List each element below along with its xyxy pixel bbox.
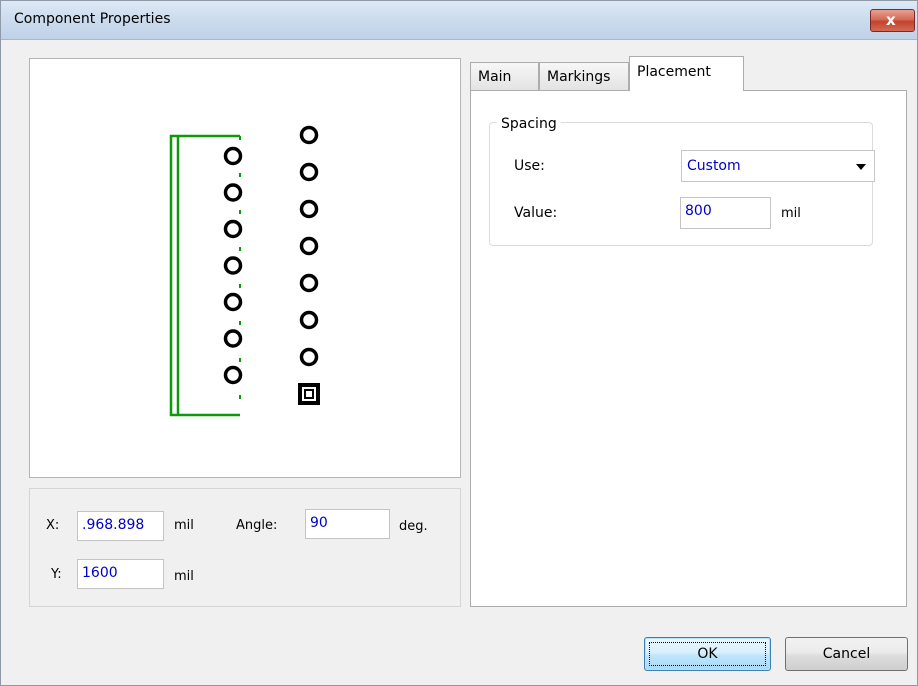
tab-markings[interactable]: Markings	[539, 62, 629, 90]
angle-label: Angle:	[236, 518, 278, 533]
y-label: Y:	[51, 567, 62, 582]
pin-right	[299, 236, 319, 256]
pin-left	[223, 365, 243, 385]
pin-left	[223, 329, 243, 348]
pin-left	[223, 292, 243, 312]
tab-main[interactable]: Main	[470, 62, 539, 90]
pin-left	[223, 256, 243, 275]
ok-button[interactable]: OK	[644, 637, 771, 671]
close-button[interactable]: x	[870, 9, 915, 32]
pin-right	[299, 162, 319, 182]
dialog-title: Component Properties	[14, 11, 171, 27]
use-dropdown[interactable]: Custom	[681, 150, 875, 182]
pin-left	[223, 146, 243, 166]
cancel-button[interactable]: Cancel	[785, 637, 908, 671]
use-dropdown-value: Custom	[687, 158, 741, 174]
spacing-group-title: Spacing	[497, 116, 561, 132]
chevron-down-icon	[856, 164, 866, 170]
y-field[interactable]: 1600	[77, 559, 164, 589]
angle-unit: deg.	[399, 519, 428, 534]
pin-square-hole	[304, 389, 314, 399]
footprint-drawing	[169, 125, 320, 417]
x-unit: mil	[174, 518, 194, 533]
cancel-button-label: Cancel	[822, 646, 871, 662]
pin-right	[299, 273, 319, 293]
pin-right	[299, 199, 319, 219]
pin-right	[299, 125, 319, 145]
component-properties-dialog: Component Properties x X: .968.898 mil A…	[0, 0, 918, 686]
pin-right	[299, 347, 319, 367]
spacing-value-unit: mil	[781, 206, 801, 221]
pin-left	[223, 219, 243, 239]
value-label: Value:	[514, 205, 558, 221]
use-label: Use:	[514, 158, 545, 174]
pin-right	[299, 310, 319, 330]
y-unit: mil	[174, 569, 194, 584]
x-label: X:	[46, 518, 60, 533]
spacing-value-field[interactable]: 800	[680, 197, 771, 229]
x-field[interactable]: .968.898	[77, 511, 164, 541]
focus-rectangle	[649, 642, 766, 666]
title-bar[interactable]: Component Properties x	[1, 1, 917, 40]
close-icon: x	[886, 11, 896, 29]
tab-placement[interactable]: Placement	[629, 56, 744, 91]
angle-field[interactable]: 90	[305, 509, 390, 539]
pin-left	[223, 183, 243, 202]
footprint-preview	[29, 58, 461, 478]
position-group: X: .968.898 mil Angle: 90 deg. Y: 1600 m…	[29, 488, 461, 607]
